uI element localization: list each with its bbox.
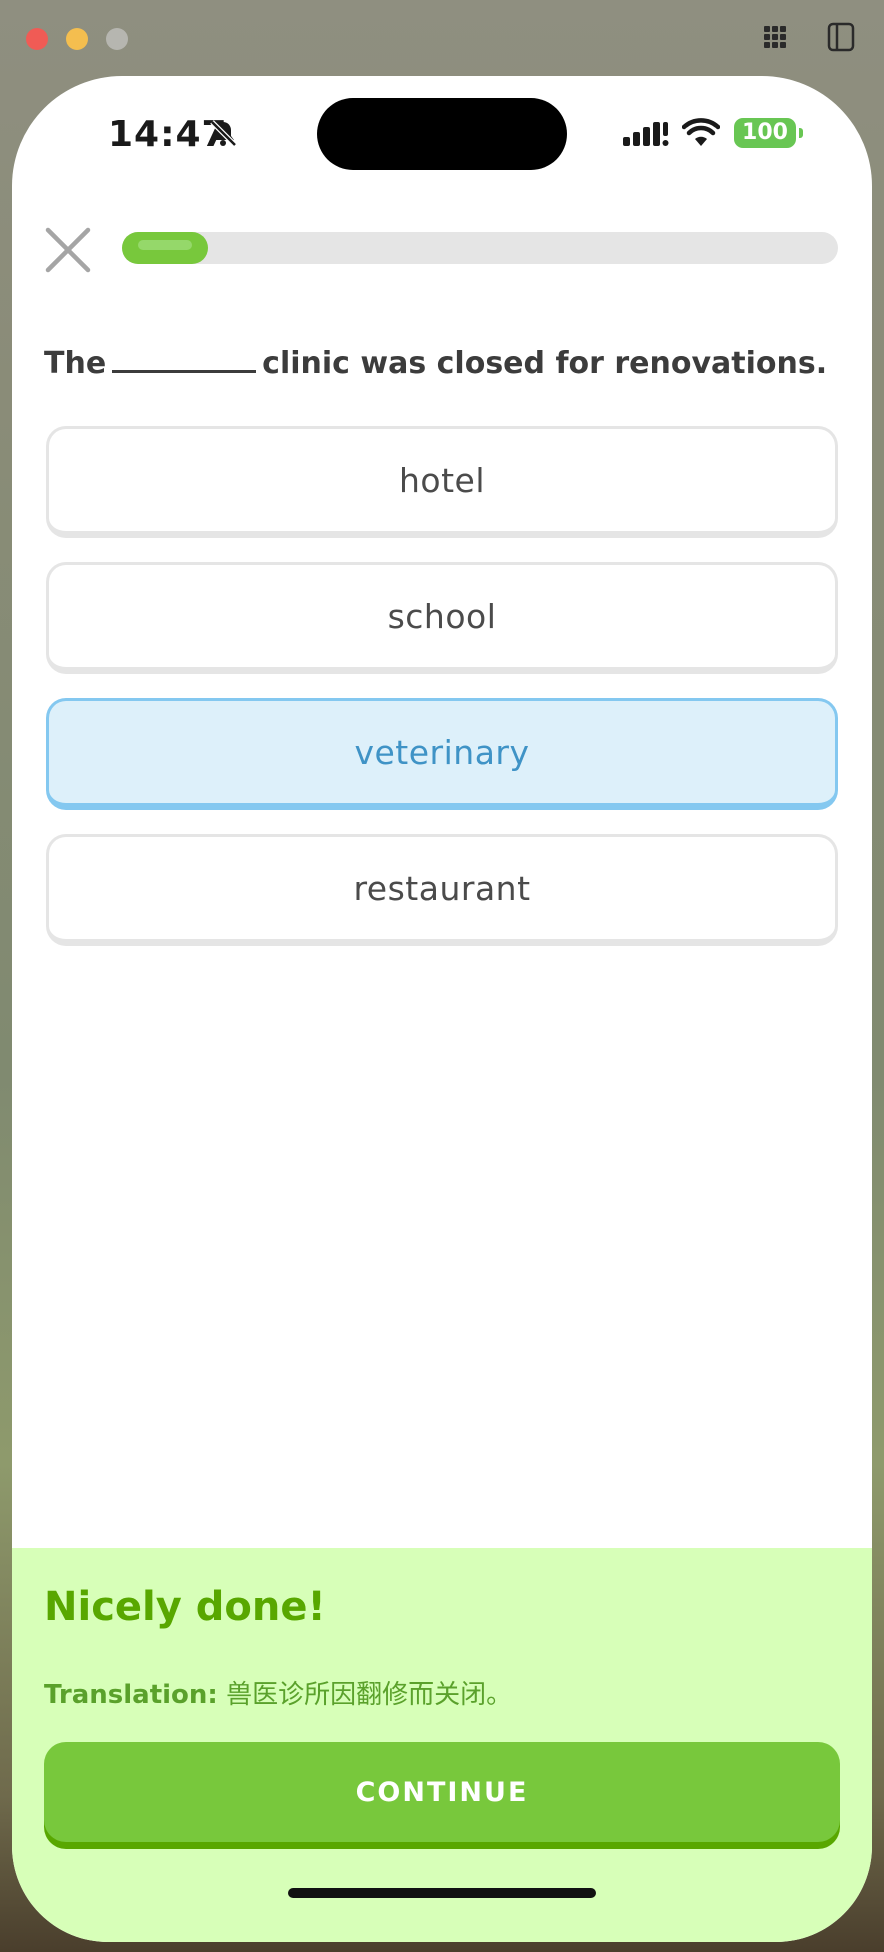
close-icon[interactable] <box>42 224 94 276</box>
minimize-window-button[interactable] <box>66 28 88 50</box>
translation-label: Translation: <box>44 1680 218 1710</box>
answer-option[interactable]: school <box>46 562 838 674</box>
phone-screen: 14:47 100 The clinic was closed for reno… <box>12 76 872 1942</box>
answer-option[interactable]: veterinary <box>46 698 838 810</box>
feedback-panel: Nicely done! Translation: 兽医诊所因翻修而关闭。 CO… <box>12 1548 872 1942</box>
translation-line: Translation: 兽医诊所因翻修而关闭。 <box>44 1674 512 1711</box>
answer-option[interactable]: restaurant <box>46 834 838 946</box>
close-window-button[interactable] <box>26 28 48 50</box>
battery-indicator: 100 <box>734 118 796 148</box>
sidebar-icon[interactable] <box>826 20 856 54</box>
bell-slash-icon <box>210 120 237 147</box>
feedback-title: Nicely done! <box>44 1584 326 1630</box>
battery-nub <box>799 128 803 138</box>
cellular-signal-icon <box>623 122 669 146</box>
zoom-window-button[interactable] <box>106 28 128 50</box>
wifi-icon <box>682 118 720 146</box>
question-sentence: The clinic was closed for renovations. <box>44 346 844 381</box>
status-bar: 14:47 100 <box>12 76 872 196</box>
answer-option[interactable]: hotel <box>46 426 838 538</box>
progress-shine <box>138 240 192 250</box>
grid-icon[interactable] <box>762 20 788 52</box>
question-after: clinic was closed for renovations. <box>262 346 828 381</box>
question-blank <box>112 348 257 373</box>
translation-text: 兽医诊所因翻修而关闭。 <box>226 1680 513 1710</box>
continue-button[interactable]: CONTINUE <box>44 1742 840 1842</box>
home-indicator <box>288 1888 596 1898</box>
dynamic-island <box>317 98 567 170</box>
question-before: The <box>44 346 107 381</box>
lesson-progress-bar <box>122 232 838 264</box>
